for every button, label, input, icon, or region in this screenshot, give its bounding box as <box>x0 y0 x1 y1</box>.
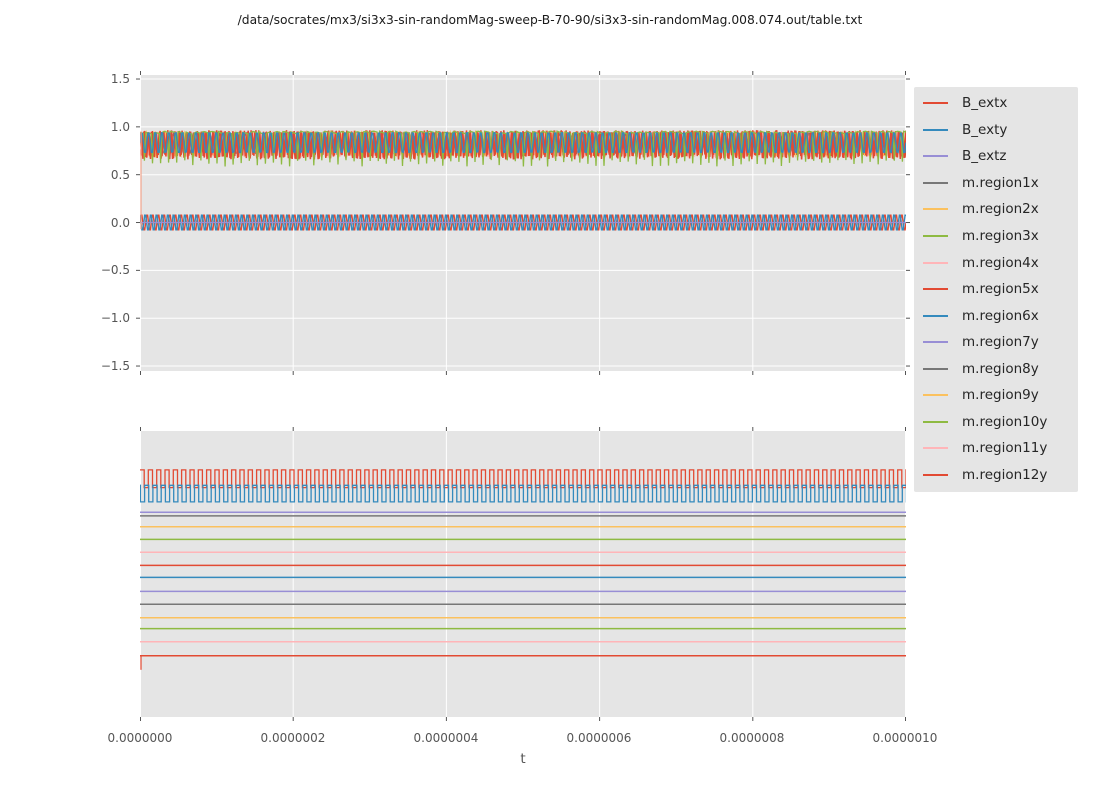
legend-item-m.region1x: m.region1x <box>914 170 1078 197</box>
y-tick-label: −1.5 <box>100 359 130 374</box>
x-tick-label: 0.0000002 <box>260 731 326 745</box>
legend-label: m.region7y <box>962 334 1039 351</box>
figure-title: /data/socrates/mx3/si3x3-sin-randomMag-s… <box>237 13 863 27</box>
x-axis-label: t <box>520 751 526 767</box>
bottom-plot-area <box>140 427 906 721</box>
legend-line-swatch <box>923 394 948 397</box>
legend: B_extx B_exty B_extz m.region1x m.region2x m.… <box>914 87 1078 493</box>
legend-line-swatch <box>923 367 948 370</box>
x-tick-label: 0.0000008 <box>719 731 785 745</box>
legend-label: m.region4x <box>962 254 1039 271</box>
y-tick-label: 0.0 <box>110 215 130 230</box>
legend-item-m.region11y: m.region11y <box>914 435 1078 462</box>
x-tick-label: 0.0000000 <box>107 731 173 745</box>
legend-item-m.region2x: m.region2x <box>914 196 1078 223</box>
legend-line-swatch <box>923 420 948 423</box>
legend-label: m.region6x <box>962 307 1039 324</box>
legend-item-m.region4x: m.region4x <box>914 249 1078 276</box>
x-tick-label: 0.0000004 <box>413 731 479 745</box>
legend-label: m.region12y <box>962 466 1048 483</box>
legend-item-m.region5x: m.region5x <box>914 276 1078 303</box>
top-plot-area <box>136 71 910 375</box>
legend-line-swatch <box>923 447 948 450</box>
legend-label: m.region1x <box>962 174 1039 191</box>
legend-line-swatch <box>923 102 948 105</box>
x-tick-label: 0.0000010 <box>872 731 938 745</box>
figure: /data/socrates/mx3/si3x3-sin-randomMag-s… <box>0 0 1100 800</box>
y-tick-label: 1.0 <box>110 119 130 134</box>
legend-item-m.region6x: m.region6x <box>914 302 1078 329</box>
x-tick-label: 0.0000006 <box>566 731 632 745</box>
legend-line-swatch <box>923 128 948 131</box>
legend-label: m.region2x <box>962 201 1039 218</box>
y-tick-label: −0.5 <box>100 263 130 278</box>
legend-line-swatch <box>923 473 948 476</box>
legend-label: m.region10y <box>962 413 1048 430</box>
legend-line-swatch <box>923 235 948 237</box>
legend-label: B_exty <box>962 121 1008 138</box>
legend-line-swatch <box>923 314 948 317</box>
legend-item-B_exty: B_exty <box>914 117 1078 144</box>
legend-label: m.region11y <box>962 440 1048 457</box>
legend-label: B_extx <box>962 95 1008 112</box>
legend-label: B_extz <box>962 148 1007 165</box>
legend-line-swatch <box>923 261 948 264</box>
legend-line-swatch <box>923 288 948 291</box>
y-tick-label: −1.0 <box>100 311 130 326</box>
legend-label: m.region8y <box>962 360 1039 377</box>
legend-item-m.region3x: m.region3x <box>914 223 1078 250</box>
legend-item-m.region12y: m.region12y <box>914 462 1078 489</box>
legend-label: m.region9y <box>962 387 1039 404</box>
legend-item-m.region8y: m.region8y <box>914 355 1078 382</box>
legend-label: m.region3x <box>962 228 1039 244</box>
legend-line-swatch <box>923 155 948 158</box>
legend-item-B_extx: B_extx <box>914 90 1078 117</box>
legend-line-swatch <box>923 208 948 211</box>
legend-item-m.region9y: m.region9y <box>914 382 1078 409</box>
series-B_exty <box>140 484 906 503</box>
legend-label: m.region5x <box>962 281 1039 298</box>
legend-item-B_extz: B_extz <box>914 143 1078 170</box>
y-tick-label: 0.5 <box>110 167 130 182</box>
legend-item-m.region10y: m.region10y <box>914 409 1078 436</box>
y-tick-label: 1.5 <box>110 72 130 87</box>
legend-line-swatch <box>923 181 948 184</box>
legend-item-m.region7y: m.region7y <box>914 329 1078 356</box>
legend-line-swatch <box>923 341 948 344</box>
